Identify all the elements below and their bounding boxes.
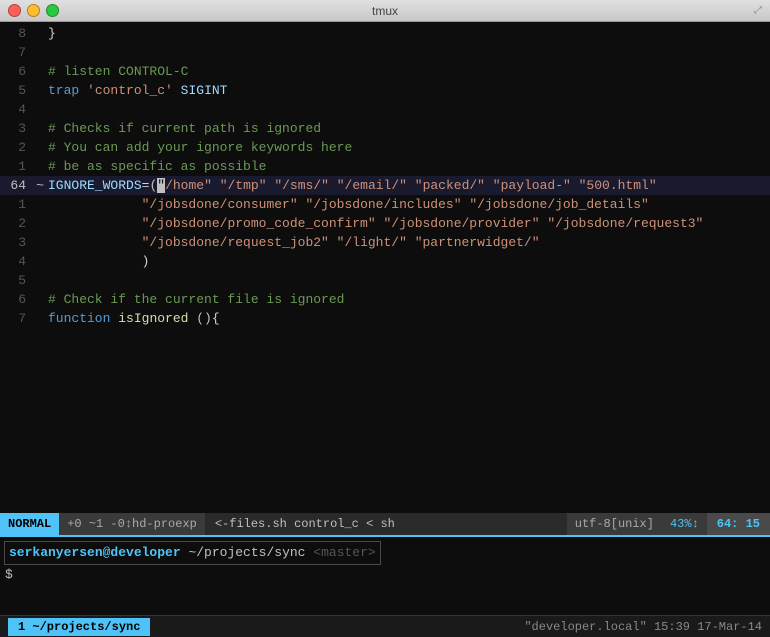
code-line: 1 "/jobsdone/consumer" "/jobsdone/includ… — [0, 195, 770, 214]
code-line: 5 trap 'control_c' SIGINT — [0, 81, 770, 100]
editor-area[interactable]: 8 } 7 6 # listen CONTROL-C 5 trap 'contr… — [0, 22, 770, 513]
code-line: 2 "/jobsdone/promo_code_confirm" "/jobsd… — [0, 214, 770, 233]
prompt-user: serkanyersen@developer — [9, 545, 181, 560]
code-line: 8 } — [0, 24, 770, 43]
vim-mode: NORMAL — [0, 513, 59, 535]
window-controls — [8, 4, 59, 17]
git-status: +0 ~1 -0 ↕ hd-proexp — [59, 513, 205, 535]
shell-prompt: serkanyersen@developer ~/projects/sync <… — [4, 541, 766, 565]
code-line: 7 function isIgnored (){ — [0, 309, 770, 328]
prompt-dir: ~/projects/sync — [188, 545, 305, 560]
code-line: 5 — [0, 271, 770, 290]
terminal[interactable]: 8 } 7 6 # listen CONTROL-C 5 trap 'contr… — [0, 22, 770, 615]
scroll-percent: 43% ↕ — [662, 513, 707, 535]
bottom-info: "developer.local" 15:39 17-Mar-14 — [524, 620, 762, 634]
code-line: 6 # listen CONTROL-C — [0, 62, 770, 81]
current-code-line: 64 ~ IGNORE_WORDS=("/home" "/tmp" "/sms/… — [0, 176, 770, 195]
code-line: 2 # You can add your ignore keywords her… — [0, 138, 770, 157]
code-line: 7 — [0, 43, 770, 62]
code-line: 4 ) — [0, 252, 770, 271]
titlebar: tmux ⤢ — [0, 0, 770, 22]
code-line: 4 — [0, 100, 770, 119]
maximize-button[interactable] — [46, 4, 59, 17]
prompt-box: serkanyersen@developer ~/projects/sync <… — [4, 541, 381, 565]
cursor-position: 64: 15 — [707, 513, 770, 535]
prompt-branch: <master> — [313, 545, 375, 560]
status-right: utf-8[unix] 43% ↕ 64: 15 — [567, 513, 770, 535]
tmux-tab[interactable]: 1 ~/projects/sync — [8, 618, 150, 636]
status-bar: NORMAL +0 ~1 -0 ↕ hd-proexp <-files.sh c… — [0, 513, 770, 535]
code-line: 3 # Checks if current path is ignored — [0, 119, 770, 138]
encoding-info: utf-8[unix] — [567, 513, 662, 535]
window-title: tmux — [372, 4, 398, 18]
resize-icon: ⤢ — [754, 5, 762, 17]
bottom-bar: 1 ~/projects/sync "developer.local" 15:3… — [0, 615, 770, 637]
file-info: <-files.sh control_c < sh — [205, 517, 567, 531]
minimize-button[interactable] — [27, 4, 40, 17]
prompt-dollar: $ — [5, 567, 766, 582]
code-line: 6 # Check if the current file is ignored — [0, 290, 770, 309]
code-line: 3 "/jobsdone/request_job2" "/light/" "pa… — [0, 233, 770, 252]
shell-area[interactable]: serkanyersen@developer ~/projects/sync <… — [0, 535, 770, 615]
code-line: 1 # be as specific as possible — [0, 157, 770, 176]
close-button[interactable] — [8, 4, 21, 17]
